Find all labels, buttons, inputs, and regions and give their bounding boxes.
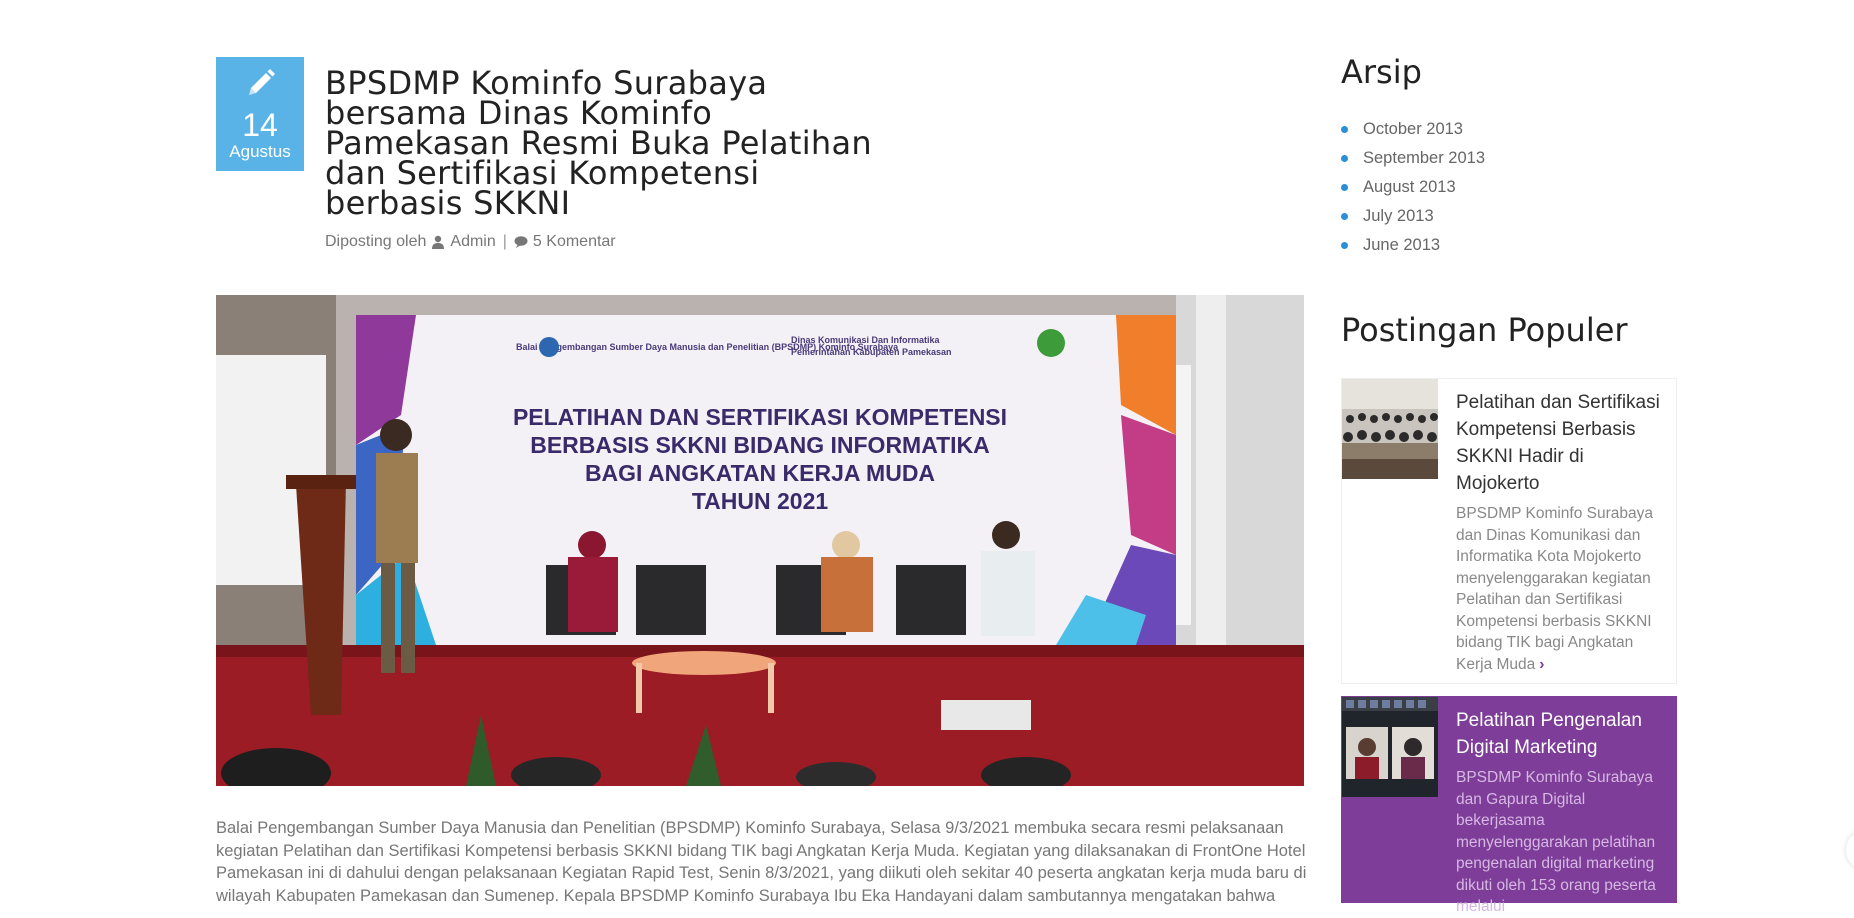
post-body: Balai Pengembangan Sumber Daya Manusia d… bbox=[216, 819, 1307, 905]
popular-post-body: Pelatihan Pengenalan Digital Marketing B… bbox=[1456, 707, 1666, 918]
popular-post-excerpt: BPSDMP Kominfo Surabaya dan Dinas Komuni… bbox=[1456, 503, 1666, 675]
popular-post-title[interactable]: Pelatihan dan Sertifikasi Kompetensi Ber… bbox=[1456, 389, 1666, 497]
bullet-icon bbox=[1341, 184, 1348, 191]
popular-post-title[interactable]: Pelatihan Pengenalan Digital Marketing bbox=[1456, 707, 1666, 761]
archive-link[interactable]: August 2013 bbox=[1363, 178, 1456, 197]
archive-widget-title: Arsip bbox=[1341, 53, 1422, 91]
archive-link[interactable]: July 2013 bbox=[1363, 207, 1434, 226]
archive-item[interactable]: July 2013 bbox=[1341, 202, 1485, 231]
popular-post-thumbnail[interactable] bbox=[1342, 697, 1438, 797]
meta-separator: | bbox=[502, 233, 507, 250]
post-date-month: Agustus bbox=[229, 142, 291, 161]
pencil-icon bbox=[249, 69, 275, 95]
popular-post-card[interactable]: Pelatihan Pengenalan Digital Marketing B… bbox=[1341, 696, 1677, 915]
banner-line-3: BAGI ANGKATAN KERJA MUDA bbox=[585, 460, 935, 486]
archive-item[interactable]: August 2013 bbox=[1341, 173, 1485, 202]
popular-widget-title: Postingan Populer bbox=[1341, 311, 1628, 349]
banner-line-2: BERBASIS SKKNI BIDANG INFORMATIKA bbox=[530, 432, 990, 458]
scroll-to-top-button[interactable] bbox=[1846, 830, 1854, 870]
archive-item[interactable]: June 2013 bbox=[1341, 231, 1485, 260]
archive-link[interactable]: June 2013 bbox=[1363, 236, 1440, 255]
banner-org-right-1: Dinas Komunikasi Dan Informatika bbox=[791, 335, 941, 345]
archive-link[interactable]: September 2013 bbox=[1363, 149, 1485, 168]
post-meta: Diposting oleh Admin | 5 Komentar bbox=[325, 233, 616, 251]
bullet-icon bbox=[1341, 126, 1348, 133]
user-icon bbox=[432, 235, 445, 249]
comments-link[interactable]: 5 Komentar bbox=[533, 233, 616, 251]
post-featured-image: Balai Pengembangan Sumber Daya Manusia d… bbox=[216, 295, 1304, 786]
archive-list: October 2013 September 2013 August 2013 … bbox=[1341, 115, 1485, 260]
archive-link[interactable]: October 2013 bbox=[1363, 120, 1463, 139]
post-title: BPSDMP Kominfo Surabaya bersama Dinas Ko… bbox=[325, 64, 872, 222]
bullet-icon bbox=[1341, 155, 1348, 162]
popular-post-excerpt-text: BPSDMP Kominfo Surabaya dan Dinas Komuni… bbox=[1456, 505, 1654, 673]
bullet-icon bbox=[1341, 242, 1348, 249]
post-date-badge: 14 Agustus bbox=[216, 57, 304, 171]
archive-item[interactable]: October 2013 bbox=[1341, 115, 1485, 144]
comment-icon bbox=[514, 236, 528, 248]
posted-by-label: Diposting oleh bbox=[325, 233, 427, 250]
archive-item[interactable]: September 2013 bbox=[1341, 144, 1485, 173]
author-link[interactable]: Admin bbox=[450, 233, 495, 251]
popular-post-thumbnail[interactable] bbox=[1342, 379, 1438, 479]
banner-org-right-2: Pemerintahan Kabupaten Pamekasan bbox=[791, 347, 952, 357]
post-date-day: 14 bbox=[242, 107, 278, 143]
banner-line-4: TAHUN 2021 bbox=[692, 488, 829, 514]
popular-post-body: Pelatihan dan Sertifikasi Kompetensi Ber… bbox=[1456, 389, 1666, 675]
banner-line-1: PELATIHAN DAN SERTIFIKASI KOMPETENSI bbox=[513, 404, 1007, 430]
popular-post-card[interactable]: Pelatihan dan Sertifikasi Kompetensi Ber… bbox=[1341, 378, 1677, 684]
bullet-icon bbox=[1341, 213, 1348, 220]
popular-post-excerpt: BPSDMP Kominfo Surabaya dan Gapura Digit… bbox=[1456, 769, 1656, 915]
chevron-right-icon[interactable]: › bbox=[1539, 654, 1544, 676]
